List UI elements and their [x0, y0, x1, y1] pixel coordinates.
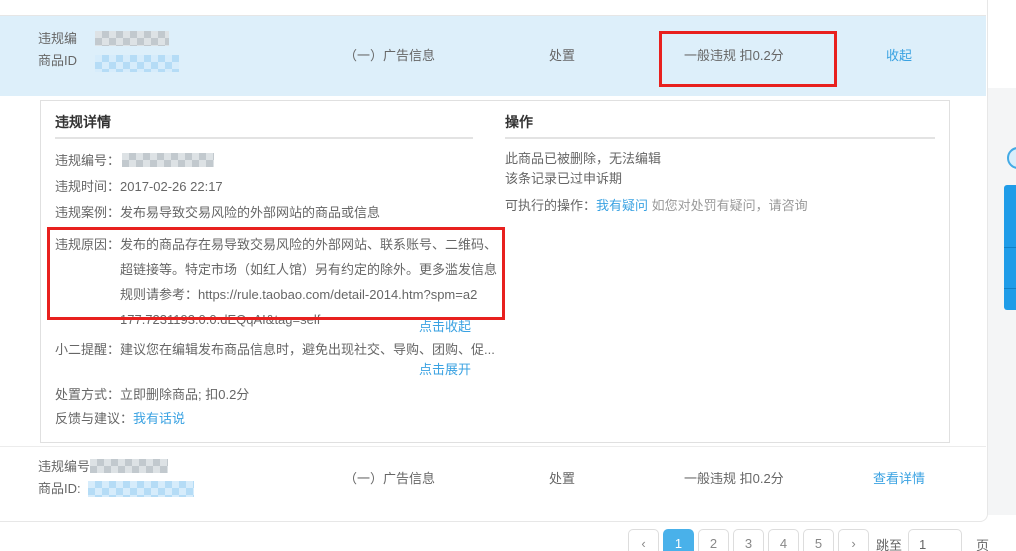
pagination-page-1[interactable]: 1	[663, 529, 694, 551]
detail-case-row: 违规案例：发布易导致交易风险的外部网站的商品或信息	[55, 204, 380, 221]
reason-collapse-link[interactable]: 点击收起	[419, 318, 471, 335]
ask-question-link[interactable]: 我有疑问	[596, 198, 648, 213]
operation-status-line2: 该条记录已过申诉期	[505, 170, 622, 187]
detail-feedback-label: 反馈与建议：	[55, 411, 133, 426]
tip-expand-link[interactable]: 点击展开	[419, 361, 471, 378]
detail-dispose-label: 处置方式：	[55, 387, 120, 402]
row-divider	[0, 446, 986, 447]
jump-to-page-input[interactable]	[908, 529, 962, 551]
operation-title-rule	[505, 137, 935, 139]
redacted-violation-number	[95, 31, 169, 46]
detail-tip-row: 小二提醒：建议您在编辑发布商品信息时，避免出现社交、导购、团购、促...	[55, 341, 495, 358]
collapsed-penalty: 一般违规 扣0.2分	[684, 470, 784, 487]
pagination-prev-button[interactable]: ‹	[628, 529, 659, 551]
docked-sidebar-widget[interactable]	[1004, 185, 1016, 310]
redacted-detail-violation-number	[122, 153, 214, 167]
annotation-box-penalty	[659, 31, 837, 87]
detail-no-label: 违规编号：	[55, 152, 120, 169]
redacted-collapsed-product-id	[88, 481, 194, 497]
detail-dispose-row: 处置方式：立即删除商品; 扣0.2分	[55, 386, 249, 403]
pagination-page-5[interactable]: 5	[803, 529, 834, 551]
page-unit-label: 页	[976, 537, 989, 551]
redacted-collapsed-violation-number	[90, 459, 168, 473]
violation-category: （一）广告信息	[344, 47, 435, 64]
collapsed-category: （一）广告信息	[344, 470, 435, 487]
pagination-page-4[interactable]: 4	[768, 529, 799, 551]
detail-tip-label: 小二提醒：	[55, 342, 120, 357]
detail-time-value: 2017-02-26 22:17	[120, 179, 223, 194]
pagination-page-3[interactable]: 3	[733, 529, 764, 551]
operation-exec-row: 可执行的操作：我有疑问 如您对处罚有疑问，请咨询	[505, 197, 808, 214]
widget-separator	[1004, 247, 1016, 248]
view-detail-link[interactable]: 查看详情	[873, 470, 925, 487]
violation-records-screen: 违规编 商品ID （一）广告信息 处置 一般违规 扣0.2分 收起 违规详情 违…	[0, 0, 1016, 551]
jump-to-label: 跳至	[876, 537, 902, 551]
detail-dispose-value: 立即删除商品; 扣0.2分	[120, 387, 249, 402]
detail-time-row: 违规时间：2017-02-26 22:17	[55, 178, 223, 195]
collapsed-action: 处置	[549, 470, 575, 487]
operation-section-title: 操作	[505, 112, 533, 132]
detail-title-rule	[55, 137, 473, 139]
detail-tip-value: 建议您在编辑发布商品信息时，避免出现社交、导购、团购、促...	[120, 342, 495, 357]
operation-status-line1: 此商品已被删除，无法编辑	[505, 150, 661, 167]
detail-time-label: 违规时间：	[55, 179, 120, 194]
detail-case-label: 违规案例：	[55, 205, 120, 220]
widget-separator	[1004, 288, 1016, 289]
violation-no-label: 违规编	[38, 30, 77, 47]
detail-section-title: 违规详情	[55, 112, 111, 132]
product-id-label: 商品ID	[38, 52, 77, 69]
collapse-record-link[interactable]: 收起	[886, 47, 912, 64]
pagination-page-2[interactable]: 2	[698, 529, 729, 551]
annotation-box-reason	[47, 227, 505, 320]
chevron-right-icon: ›	[851, 536, 855, 551]
action-type: 处置	[549, 47, 575, 64]
collapsed-product-id-label: 商品ID:	[38, 480, 81, 497]
feedback-link[interactable]: 我有话说	[133, 411, 185, 426]
exec-label: 可执行的操作：	[505, 198, 596, 213]
collapsed-violation-no-label: 违规编号	[38, 458, 90, 475]
detail-feedback-row: 反馈与建议：我有话说	[55, 410, 185, 427]
chevron-left-icon: ‹	[641, 536, 645, 551]
exec-hint-text: 如您对处罚有疑问，请咨询	[652, 198, 808, 213]
detail-case-value: 发布易导致交易风险的外部网站的商品或信息	[120, 205, 380, 220]
pagination-next-button[interactable]: ›	[838, 529, 869, 551]
redacted-product-id	[95, 55, 179, 72]
